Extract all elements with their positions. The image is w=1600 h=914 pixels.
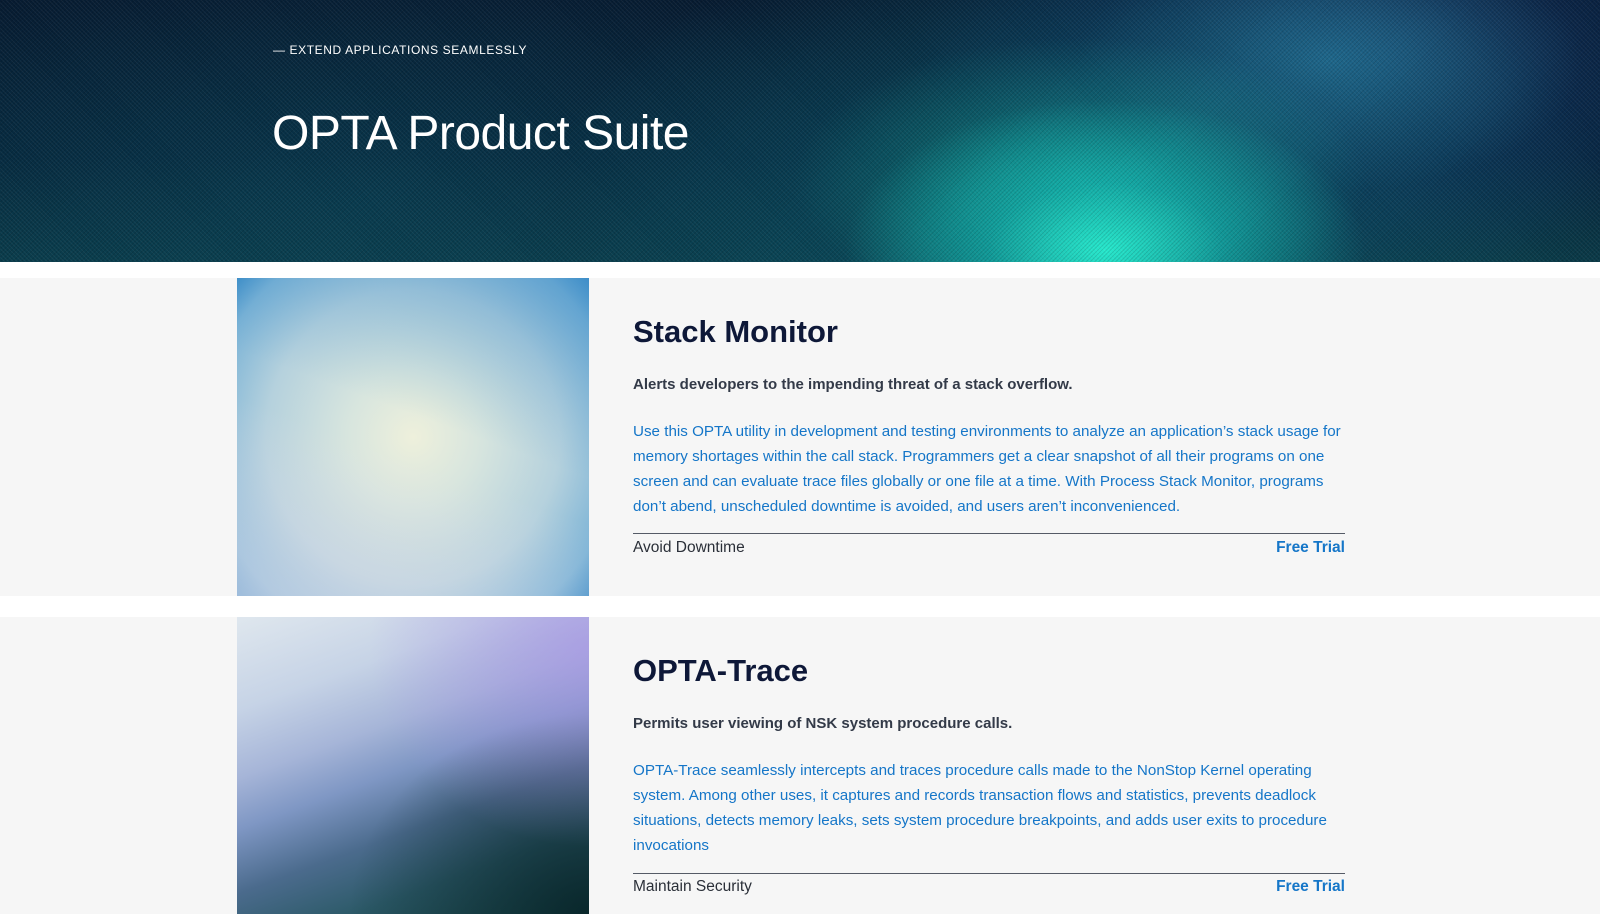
product-title: OPTA-Trace [633,653,809,688]
free-trial-link[interactable]: Free Trial [1276,539,1345,557]
page-title: OPTA Product Suite [272,107,689,160]
product-benefit-label: Maintain Security [633,878,752,895]
hero-eyebrow: — EXTEND APPLICATIONS SEAMLESSLY [273,43,528,57]
free-trial-link[interactable]: Free Trial [1276,878,1345,896]
hero-banner: — EXTEND APPLICATIONS SEAMLESSLY OPTA Pr… [0,0,1600,262]
product-benefit-label: Avoid Downtime [633,539,745,556]
product-image [237,617,589,914]
product-description: OPTA-Trace seamlessly intercepts and tra… [633,762,1327,854]
product-image [237,278,589,596]
product-tagline: Permits user viewing of NSK system proce… [633,715,1013,732]
product-title: Stack Monitor [633,314,838,349]
product-card-stack-monitor: Stack Monitor Alerts developers to the i… [0,278,1600,596]
product-description: Use this OPTA utility in development and… [633,423,1341,515]
product-card-opta-trace: OPTA-Trace Permits user viewing of NSK s… [0,617,1600,914]
divider [633,873,1345,874]
divider [633,533,1345,534]
product-tagline: Alerts developers to the impending threa… [633,376,1073,393]
